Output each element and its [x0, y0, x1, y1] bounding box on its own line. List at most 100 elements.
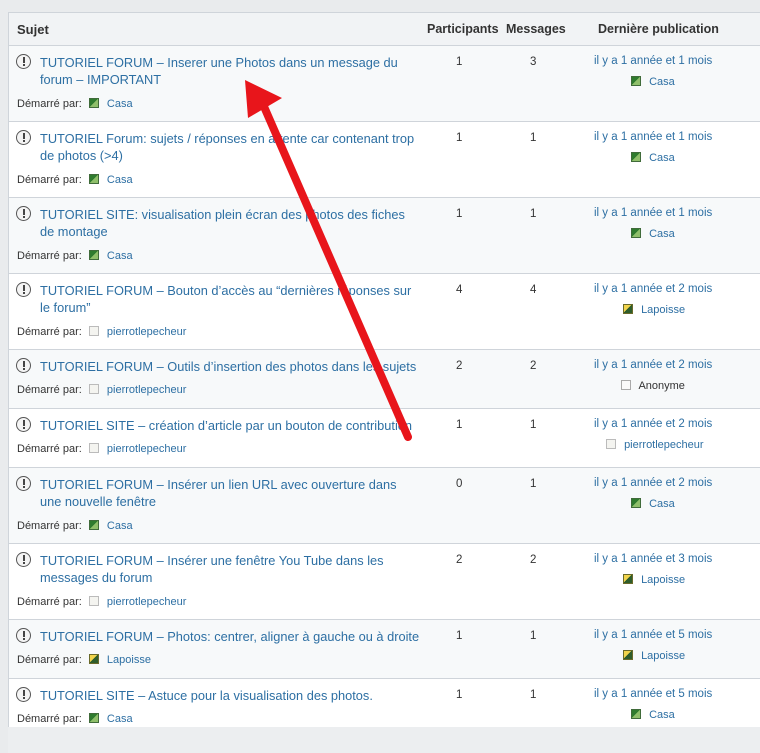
- started-by-label: Démarré par:: [17, 654, 82, 666]
- messages-count: 2: [530, 554, 537, 566]
- last-post-user: Casa: [631, 152, 675, 164]
- topic-starter: Démarré par: Casa: [17, 250, 133, 262]
- topic-title-link[interactable]: TUTORIEL FORUM – Inserer une Photos dans…: [40, 54, 420, 88]
- last-post-user: Anonyme: [621, 380, 685, 392]
- topic-row: TUTORIEL FORUM – Insérer un lien URL ave…: [9, 468, 760, 544]
- topic-starter: Démarré par: Casa: [17, 520, 133, 532]
- starter-link[interactable]: Casa: [107, 98, 133, 110]
- messages-count: 1: [530, 478, 537, 490]
- topic-status-icon: [16, 282, 31, 297]
- last-post-time-link[interactable]: il y a 1 année et 5 mois: [594, 688, 712, 700]
- header-messages[interactable]: Messages: [506, 22, 566, 36]
- started-by-label: Démarré par:: [17, 713, 82, 725]
- messages-count: 2: [530, 360, 537, 372]
- starter-link[interactable]: pierrotlepecheur: [107, 443, 187, 455]
- starter-link[interactable]: Casa: [107, 713, 133, 725]
- starter-link[interactable]: Casa: [107, 174, 133, 186]
- topic-title-link[interactable]: TUTORIEL FORUM – Insérer un lien URL ave…: [40, 476, 420, 510]
- last-user-link[interactable]: Casa: [649, 76, 675, 88]
- last-post-time-link[interactable]: il y a 1 année et 1 mois: [594, 131, 712, 143]
- topic-status-icon: [16, 552, 31, 567]
- topic-status-icon: [16, 417, 31, 432]
- last-user-avatar: [631, 709, 641, 719]
- starter-link[interactable]: pierrotlepecheur: [107, 384, 187, 396]
- participants-count: 0: [456, 478, 463, 490]
- starter-avatar: [88, 98, 99, 108]
- messages-count: 1: [530, 630, 537, 642]
- last-post-time-link[interactable]: il y a 1 année et 2 mois: [594, 359, 712, 371]
- starter-link[interactable]: Casa: [107, 520, 133, 532]
- starter-link[interactable]: Casa: [107, 250, 133, 262]
- topic-row: TUTORIEL FORUM – Bouton d’accès au “dern…: [9, 274, 760, 350]
- topic-rows: TUTORIEL FORUM – Inserer une Photos dans…: [9, 46, 760, 738]
- topic-starter: Démarré par: pierrotlepecheur: [17, 443, 186, 455]
- last-post-time-link[interactable]: il y a 1 année et 5 mois: [594, 629, 712, 641]
- topic-title-link[interactable]: TUTORIEL SITE – création d’article par u…: [40, 417, 420, 434]
- participants-count: 1: [456, 132, 463, 144]
- last-post-time-link[interactable]: il y a 1 année et 2 mois: [594, 283, 712, 295]
- messages-count: 1: [530, 419, 537, 431]
- last-user-avatar: [631, 228, 641, 238]
- messages-count: 1: [530, 208, 537, 220]
- started-by-label: Démarré par:: [17, 98, 82, 110]
- table-header: Sujet Participants Messages Dernière pub…: [9, 13, 760, 46]
- header-last-post[interactable]: Dernière publication: [598, 22, 719, 36]
- last-user-link[interactable]: Lapoisse: [641, 650, 685, 662]
- topic-status-icon: [16, 687, 31, 702]
- last-post-time-link[interactable]: il y a 1 année et 1 mois: [594, 207, 712, 219]
- last-post-user: Casa: [631, 498, 675, 510]
- topic-starter: Démarré par: pierrotlepecheur: [17, 384, 186, 396]
- topic-row: TUTORIEL FORUM – Photos: centrer, aligne…: [9, 620, 760, 679]
- last-post-user: Lapoisse: [623, 574, 685, 586]
- header-participants[interactable]: Participants: [427, 22, 499, 36]
- participants-count: 1: [456, 689, 463, 701]
- messages-count: 1: [530, 132, 537, 144]
- topic-title-link[interactable]: TUTORIEL FORUM – Insérer une fenêtre You…: [40, 552, 420, 586]
- starter-avatar: [88, 384, 99, 394]
- last-user-avatar: [621, 380, 631, 390]
- participants-count: 1: [456, 630, 463, 642]
- topic-title-link[interactable]: TUTORIEL SITE: visualisation plein écran…: [40, 206, 420, 240]
- topic-starter: Démarré par: pierrotlepecheur: [17, 596, 186, 608]
- topic-starter: Démarré par: Casa: [17, 98, 133, 110]
- topic-title-link[interactable]: TUTORIEL FORUM – Outils d’insertion des …: [40, 358, 420, 375]
- started-by-label: Démarré par:: [17, 174, 82, 186]
- last-post-time-link[interactable]: il y a 1 année et 3 mois: [594, 553, 712, 565]
- header-subject[interactable]: Sujet: [17, 22, 49, 37]
- starter-link[interactable]: pierrotlepecheur: [107, 596, 187, 608]
- last-user-link[interactable]: Lapoisse: [641, 574, 685, 586]
- participants-count: 2: [456, 554, 463, 566]
- topic-starter: Démarré par: Casa: [17, 174, 133, 186]
- starter-link[interactable]: Lapoisse: [107, 654, 151, 666]
- starter-avatar: [88, 174, 99, 184]
- last-user-link[interactable]: Casa: [649, 498, 675, 510]
- last-user-link[interactable]: Casa: [649, 152, 675, 164]
- topic-title-link[interactable]: TUTORIEL SITE – Astuce pour la visualisa…: [40, 687, 420, 704]
- messages-count: 1: [530, 689, 537, 701]
- topic-row: TUTORIEL FORUM – Outils d’insertion des …: [9, 350, 760, 409]
- topic-status-icon: [16, 628, 31, 643]
- last-post-time-link[interactable]: il y a 1 année et 1 mois: [594, 55, 712, 67]
- last-user-avatar: [606, 439, 616, 449]
- starter-avatar: [88, 654, 99, 664]
- topic-title-link[interactable]: TUTORIEL Forum: sujets / réponses en att…: [40, 130, 420, 164]
- started-by-label: Démarré par:: [17, 384, 82, 396]
- participants-count: 1: [456, 56, 463, 68]
- topic-title-link[interactable]: TUTORIEL FORUM – Photos: centrer, aligne…: [40, 628, 420, 645]
- starter-avatar: [88, 326, 99, 336]
- topic-status-icon: [16, 206, 31, 221]
- topic-row: TUTORIEL SITE: visualisation plein écran…: [9, 198, 760, 274]
- participants-count: 1: [456, 419, 463, 431]
- last-user-link[interactable]: pierrotlepecheur: [624, 439, 704, 451]
- last-user-avatar: [623, 574, 633, 584]
- last-post-time-link[interactable]: il y a 1 année et 2 mois: [594, 477, 712, 489]
- starter-link[interactable]: pierrotlepecheur: [107, 326, 187, 338]
- table-footer: [8, 727, 760, 753]
- topic-title-link[interactable]: TUTORIEL FORUM – Bouton d’accès au “dern…: [40, 282, 420, 316]
- last-user-link[interactable]: Casa: [649, 228, 675, 240]
- last-user-avatar: [631, 152, 641, 162]
- last-user-link[interactable]: Casa: [649, 709, 675, 721]
- starter-avatar: [88, 443, 99, 453]
- last-post-time-link[interactable]: il y a 1 année et 2 mois: [594, 418, 712, 430]
- last-user-link[interactable]: Lapoisse: [641, 304, 685, 316]
